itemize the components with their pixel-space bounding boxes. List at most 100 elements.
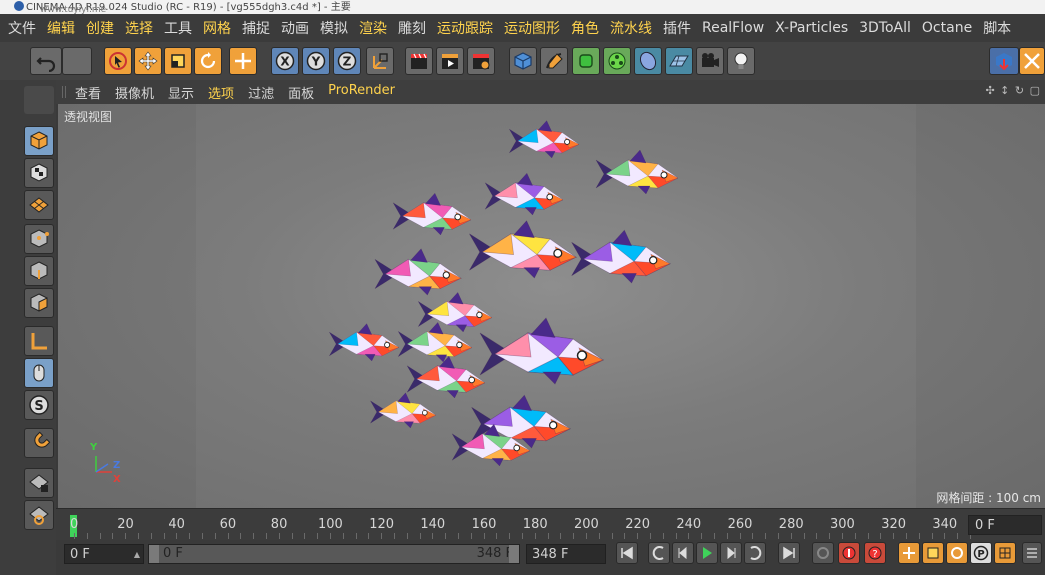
svg-text:X: X — [280, 55, 290, 69]
frame-ruler[interactable]: 0 20 40 60 80 100 120 140 160 180 200 220 240 260 280 3… — [62, 511, 971, 539]
menu-item[interactable]: 文件 — [0, 18, 42, 38]
menu-item[interactable]: 角色 — [566, 18, 605, 38]
planar-workplane-button[interactable] — [24, 500, 54, 530]
key-position-button[interactable] — [898, 542, 920, 564]
axis-mode-button[interactable] — [24, 326, 54, 356]
lock-z-axis-button[interactable]: Z — [333, 47, 361, 75]
menu-item[interactable]: 创建 — [81, 18, 120, 38]
max-frame-field[interactable]: 348 F — [526, 544, 606, 564]
undo-button[interactable] — [30, 47, 62, 75]
plugin-tool-button[interactable] — [989, 47, 1019, 75]
menu-item[interactable]: 模拟 — [315, 18, 354, 38]
fish-school-render — [329, 120, 679, 467]
keyframe-selection-button[interactable]: ? — [864, 542, 886, 564]
edge-mode-button[interactable] — [24, 256, 54, 286]
next-key-button[interactable] — [744, 542, 766, 564]
render-to-picture-viewer-button[interactable] — [436, 47, 464, 75]
timeline-minor-tick — [752, 533, 754, 539]
polygon-mode-button[interactable] — [24, 288, 54, 318]
texture-mode-button[interactable] — [24, 158, 54, 188]
autokey-button[interactable] — [838, 542, 860, 564]
key-pla-button[interactable] — [994, 542, 1016, 564]
play-forward-button[interactable] — [696, 542, 718, 564]
menu-item[interactable]: 3DToAll — [854, 20, 917, 36]
menu-item[interactable]: RealFlow — [697, 20, 770, 36]
current-frame-field[interactable]: 0 F — [968, 515, 1042, 535]
subdivision-surface-button[interactable] — [572, 47, 600, 75]
timeline-tick-label: 220 — [625, 517, 651, 532]
next-frame-button[interactable] — [720, 542, 742, 564]
range-start-handle[interactable] — [149, 545, 159, 563]
min-frame-field[interactable]: 0 F ▲ — [64, 544, 144, 564]
lock-y-axis-button[interactable]: Y — [302, 47, 330, 75]
light-button[interactable] — [727, 47, 755, 75]
recent-tool-button[interactable] — [229, 47, 257, 75]
viewport-menu-item[interactable]: 摄像机 — [108, 83, 161, 102]
coordinate-system-button[interactable] — [366, 47, 394, 75]
menu-item[interactable]: 流水线 — [605, 18, 658, 38]
previous-frame-button[interactable] — [672, 542, 694, 564]
solo-mode-button[interactable]: S — [24, 390, 54, 420]
menu-item[interactable]: 捕捉 — [237, 18, 276, 38]
menu-item[interactable]: 雕刻 — [393, 18, 432, 38]
point-mode-button[interactable] — [24, 224, 54, 254]
go-to-end-button[interactable] — [778, 542, 800, 564]
next-key-icon — [750, 546, 762, 560]
redo-button[interactable] — [62, 47, 92, 75]
rotate-tool-button[interactable] — [194, 47, 222, 75]
viewport-menu-item[interactable]: 面板 — [281, 83, 321, 102]
cloner-button[interactable] — [603, 47, 631, 75]
viewport-menu-item[interactable]: 选项 — [201, 83, 241, 102]
menu-item[interactable]: 运动跟踪 — [432, 18, 499, 38]
viewport-menu-item[interactable]: 查看 — [68, 83, 108, 102]
menu-item[interactable]: 动画 — [276, 18, 315, 38]
scale-tool-button[interactable] — [164, 47, 192, 75]
preview-range-slider[interactable]: 0 F 348 F — [148, 544, 520, 564]
key-rotation-button[interactable] — [946, 542, 968, 564]
spline-pen-button[interactable] — [540, 47, 568, 75]
camera-icon — [702, 53, 719, 67]
floor-button[interactable] — [665, 47, 693, 75]
perspective-viewport[interactable]: 透视视图 Y Z X 网格间距 : 100 cm — [58, 104, 1045, 508]
viewport-nav-icons[interactable]: ✣ ↕ ↻ ▢ — [985, 84, 1041, 97]
menu-item[interactable]: 网格 — [198, 18, 237, 38]
key-scale-button[interactable] — [922, 542, 944, 564]
key-parameter-button[interactable]: P — [970, 542, 992, 564]
record-keyframe-button[interactable] — [812, 542, 834, 564]
timeline-minor-tick — [355, 533, 357, 539]
range-end-handle[interactable] — [509, 545, 519, 563]
render-view-button[interactable] — [405, 47, 433, 75]
locked-workplane-button[interactable] — [24, 468, 54, 498]
model-mode-button[interactable] — [24, 126, 54, 156]
timeline-menu-button[interactable] — [1022, 542, 1042, 564]
timeline-ruler[interactable]: 0 20 40 60 80 100 120 140 160 180 200 220 240 260 280 3… — [56, 508, 1045, 541]
menu-item[interactable]: 渲染 — [354, 18, 393, 38]
live-select-button[interactable] — [104, 47, 132, 75]
menu-item[interactable]: 选择 — [120, 18, 159, 38]
menu-item[interactable]: 运动图形 — [499, 18, 566, 38]
timeline-minor-tick — [560, 533, 562, 539]
viewport-menu-item[interactable]: 显示 — [161, 83, 201, 102]
menu-item[interactable]: Octane — [916, 20, 977, 36]
cube-primitive-button[interactable] — [509, 47, 537, 75]
snap-button[interactable] — [24, 428, 54, 458]
camera-button[interactable] — [696, 47, 724, 75]
deformer-button[interactable] — [634, 47, 662, 75]
lock-x-axis-button[interactable]: X — [271, 47, 299, 75]
menu-item[interactable]: 插件 — [658, 18, 697, 38]
render-settings-button[interactable] — [467, 47, 495, 75]
palette-handle[interactable] — [24, 86, 54, 114]
menu-item[interactable]: 脚本 — [978, 18, 1017, 38]
plugin-cube-arrow-icon — [996, 53, 1012, 71]
plugin-tool-button-2[interactable] — [1019, 47, 1045, 75]
menu-item[interactable]: X-Particles — [770, 20, 854, 36]
previous-key-button[interactable] — [648, 542, 670, 564]
tweak-mode-button[interactable] — [24, 358, 54, 388]
viewport-menu-item[interactable]: ProRender — [321, 83, 402, 102]
go-to-start-button[interactable] — [616, 542, 638, 564]
workplane-mode-button[interactable] — [24, 190, 54, 220]
menu-item[interactable]: 工具 — [159, 18, 198, 38]
menu-item[interactable]: 编辑 — [42, 18, 81, 38]
move-tool-button[interactable] — [134, 47, 162, 75]
viewport-menu-item[interactable]: 过滤 — [241, 83, 281, 102]
